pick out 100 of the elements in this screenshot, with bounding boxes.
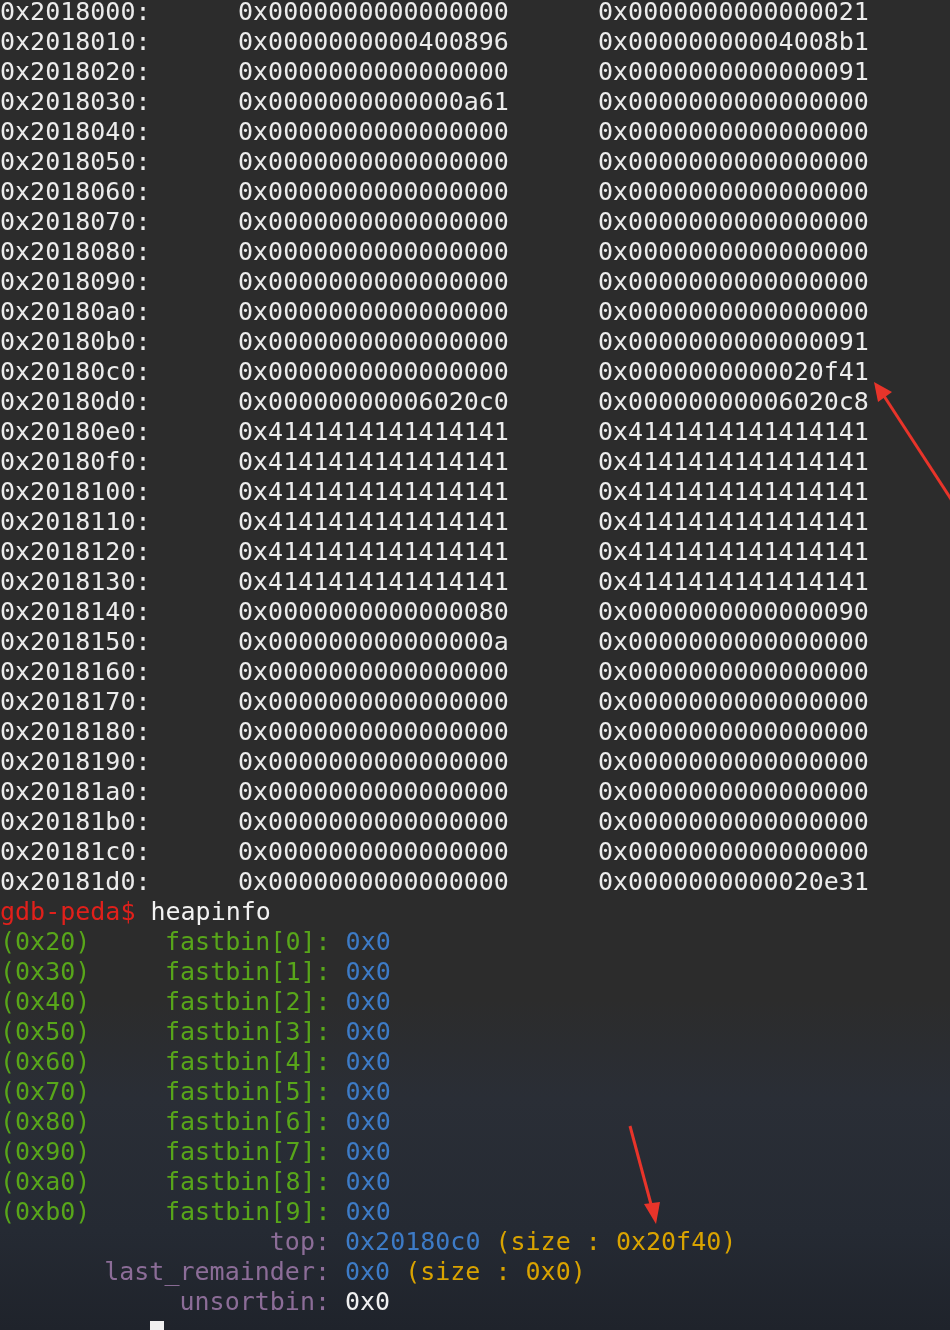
memory-word: 0x0000000000000000 [598,777,869,807]
memory-word: 0x0000000000000000 [238,267,510,297]
memory-word: 0x0000000000000000 [598,237,869,267]
memory-word: 0x4141414141414141 [598,507,869,537]
bin-label: fastbin[5]: [165,1077,331,1107]
bin-value: 0x0 [345,927,391,957]
memory-word: 0x0000000000000000 [238,297,510,327]
chunk-size: (size : 0x0) [405,1257,586,1287]
memory-word: 0x0000000000000000 [598,747,869,777]
memory-address: 0x2018060: [0,177,152,207]
bin-value: 0x0 [345,987,391,1017]
memory-word: 0x4141414141414141 [598,537,869,567]
memory-word: 0x0000000000000091 [598,57,869,87]
memory-word: 0x0000000000000000 [238,147,510,177]
memory-word: 0x00000000004008b1 [598,27,869,57]
bin-value: 0x0 [345,957,391,987]
memory-word: 0x0000000000000000 [238,177,510,207]
memory-address: 0x20181b0: [0,807,152,837]
memory-word: 0x0000000000000000 [238,237,510,267]
memory-word: 0x00000000006020c0 [238,387,510,417]
memory-address: 0x20181c0: [0,837,152,867]
memory-word: 0x4141414141414141 [238,567,510,597]
bin-value: 0x0 [345,1107,391,1137]
memory-address: 0x2018160: [0,657,152,687]
memory-word: 0x4141414141414141 [238,417,510,447]
bin-value: 0x0 [345,1017,391,1047]
memory-address: 0x20180a0: [0,297,152,327]
memory-word: 0x0000000000000000 [238,807,510,837]
bin-size: (0x70) [0,1077,92,1107]
bin-size: (0x20) [0,927,92,957]
memory-word: 0x4141414141414141 [238,537,510,567]
bin-size: (0x50) [0,1017,92,1047]
memory-address: 0x2018080: [0,237,152,267]
memory-word: 0x4141414141414141 [238,477,510,507]
memory-word: 0x0000000000000000 [238,717,510,747]
memory-address: 0x20181d0: [0,867,152,897]
memory-word: 0x4141414141414141 [238,507,510,537]
chunk-label: last_remainder: [104,1257,330,1287]
memory-address: 0x2018130: [0,567,152,597]
memory-address: 0x2018120: [0,537,152,567]
memory-address: 0x2018010: [0,27,152,57]
bin-size: (0x90) [0,1137,92,1167]
chunk-value: 0x20180c0 [345,1227,481,1257]
memory-word: 0x0000000000000a61 [238,87,510,117]
bin-label: fastbin[1]: [165,957,331,987]
memory-word: 0x0000000000000080 [238,597,510,627]
memory-word: 0x0000000000000000 [238,0,510,27]
bin-size: (0x30) [0,957,92,987]
memory-word: 0x0000000000000000 [598,657,869,687]
memory-word: 0x0000000000000000 [238,777,510,807]
memory-word: 0x0000000000000000 [598,177,869,207]
memory-address: 0x2018140: [0,597,152,627]
memory-word: 0x0000000000000000 [598,267,869,297]
memory-word: 0x0000000000000000 [238,687,510,717]
bin-value: 0x0 [345,1197,391,1227]
bin-label: fastbin[2]: [165,987,331,1017]
memory-word: 0x0000000000020f41 [598,357,869,387]
memory-word: 0x0000000000000021 [598,0,869,27]
memory-word: 0x0000000000000000 [238,837,510,867]
memory-word: 0x0000000000000000 [598,717,869,747]
memory-word: 0x0000000000000000 [598,627,869,657]
memory-word: 0x0000000000000000 [598,687,869,717]
memory-word: 0x0000000000000000 [238,207,510,237]
memory-word: 0x000000000000000a [238,627,510,657]
memory-address: 0x2018050: [0,147,152,177]
memory-word: 0x0000000000000090 [598,597,869,627]
bin-value: 0x0 [345,1167,391,1197]
memory-address: 0x20180d0: [0,387,152,417]
bin-value: 0x0 [345,1137,391,1167]
chunk-label: unsortbin: [179,1287,330,1317]
memory-word: 0x4141414141414141 [598,417,869,447]
memory-address: 0x20180b0: [0,327,152,357]
memory-address: 0x20180c0: [0,357,152,387]
memory-word: 0x0000000000020e31 [598,867,869,897]
bin-label: fastbin[0]: [165,927,331,957]
memory-address: 0x20181a0: [0,777,152,807]
memory-address: 0x2018190: [0,747,152,777]
memory-word: 0x4141414141414141 [598,447,869,477]
chunk-value: 0x0 [345,1287,391,1317]
command-text: heapinfo [150,897,271,927]
memory-word: 0x0000000000000000 [598,297,869,327]
bin-label: fastbin[3]: [165,1017,331,1047]
memory-address: 0x2018180: [0,717,152,747]
memory-word: 0x0000000000000000 [238,657,510,687]
memory-address: 0x20180e0: [0,417,152,447]
shell-prompt: gdb-peda$ [0,897,136,927]
memory-word: 0x4141414141414141 [598,567,869,597]
memory-word: 0x0000000000000000 [238,117,510,147]
memory-address: 0x2018110: [0,507,152,537]
memory-address: 0x2018090: [0,267,152,297]
memory-address: 0x2018170: [0,687,152,717]
bin-size: (0x40) [0,987,92,1017]
chunk-label: top: [269,1227,330,1257]
bin-size: (0x60) [0,1047,92,1077]
memory-address: 0x2018150: [0,627,152,657]
memory-word: 0x0000000000000000 [598,147,869,177]
memory-word: 0x0000000000000000 [598,87,869,117]
bin-value: 0x0 [345,1047,391,1077]
memory-word: 0x4141414141414141 [598,477,869,507]
memory-word: 0x0000000000000000 [238,747,510,777]
